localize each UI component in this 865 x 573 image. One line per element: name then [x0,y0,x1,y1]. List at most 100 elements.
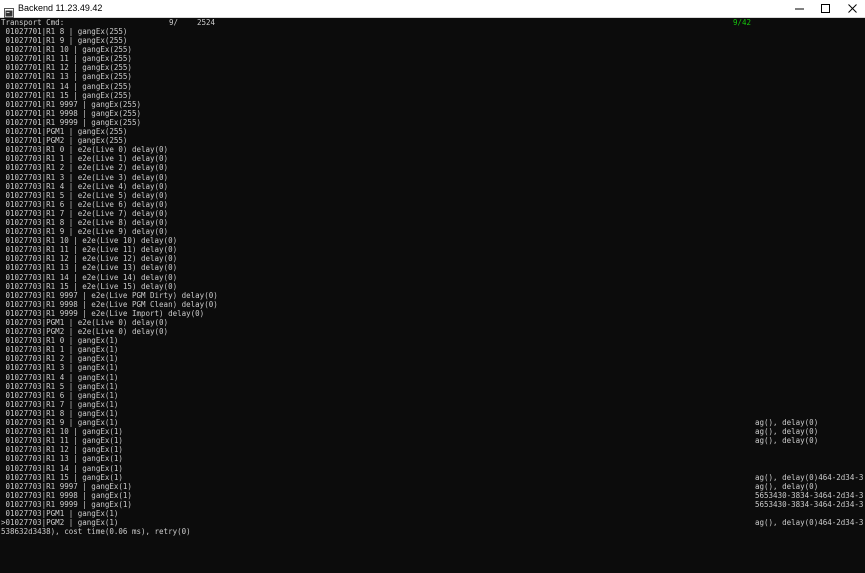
log-line-text: 01027701|R1 13 | gangEx(255) [1,72,132,82]
log-line: 01027701|R1 14 | gangEx(255) [1,82,861,91]
log-line: 01027703|R1 5 | e2e(Live 5) delay(0) [1,191,861,200]
log-line-text: 01027701|R1 9999 | gangEx(255) [1,117,141,127]
log-line-overflow-text: ag(), delay(0) [755,436,819,446]
log-line: 01027703|R1 0 | e2e(Live 0) delay(0) [1,145,861,154]
log-line: 01027703|R1 3 | e2e(Live 3) delay(0) [1,173,861,182]
console-output[interactable]: Transport Cmd: 9/ 2524 9/42 01027701|R1 … [0,18,865,573]
log-line-overflow-text: ag(), delay(0) [755,481,819,491]
transport-cmd-status: 9/42 [733,18,752,27]
log-line-overflow-text: ag(), delay(0)464-2d34-3 [755,472,864,482]
log-line: 01027701|R1 9 | gangEx(255) [1,36,861,45]
log-line: 01027703|R1 3 | gangEx(1) [1,363,861,372]
log-line: 01027703|R1 9998 | e2e(Live PGM Clean) d… [1,300,861,309]
log-line: 538632d3438), cost time(0.06 ms), retry(… [1,527,861,536]
log-line-text: 01027703|R1 9998 | e2e(Live PGM Clean) d… [1,299,218,309]
log-line: 01027701|PGM2 | gangEx(255) [1,136,861,145]
log-line-text: 01027703|R1 10 | gangEx(1) [1,427,123,437]
console-window: Backend 11.23.49.42 Transport Cmd: 9/ 25… [0,0,865,573]
log-line: 01027703|R1 11 | e2e(Live 11) delay(0) [1,245,861,254]
log-line-text: 01027701|R1 11 | gangEx(255) [1,54,132,64]
log-line: 01027703|R1 6 | e2e(Live 6) delay(0) [1,200,861,209]
log-line: 01027703|R1 11 | gangEx(1) ag(), delay(0) [1,436,861,445]
log-line-text: 01027703|R1 9 | e2e(Live 9) delay(0) [1,227,169,237]
log-line: 01027703|R1 10 | gangEx(1) ag(), delay(0) [1,427,861,436]
log-line: 01027703|R1 9 | gangEx(1) ag(), delay(0) [1,418,861,427]
close-button[interactable] [838,0,865,17]
log-line-text: 01027703|R1 6 | e2e(Live 6) delay(0) [1,199,169,209]
transport-cmd-count: 9/ [169,18,179,27]
log-line: 01027703|R1 0 | gangEx(1) [1,336,861,345]
log-line-text: 01027703|R1 13 | gangEx(1) [1,454,123,464]
log-line: 01027703|PGM1 | gangEx(1) [1,509,861,518]
log-line: 01027703|R1 8 | e2e(Live 8) delay(0) [1,218,861,227]
log-line-text: 01027703|R1 9999 | gangEx(1) [1,499,132,509]
log-line-text: 01027703|R1 6 | gangEx(1) [1,390,119,400]
log-line: 01027703|R1 9999 | gangEx(1) 5653430-3834… [1,499,864,509]
log-line: 01027703|R1 15 | e2e(Live 15) delay(0) [1,282,861,291]
log-line: 01027703|R1 15 | gangEx(1) ag(), delay(0)… [1,472,864,482]
log-line: 01027703|R1 9998 | gangEx(1) 5653430-3834… [1,490,864,500]
log-line-text: 01027703|R1 3 | e2e(Live 3) delay(0) [1,172,169,182]
log-line-text: 01027703|R1 13 | e2e(Live 13) delay(0) [1,263,178,273]
close-icon [848,4,857,13]
log-line-text: 01027703|R1 7 | gangEx(1) [1,399,119,409]
log-line-text: 01027703|R1 14 | gangEx(1) [1,463,123,473]
log-line: 01027703|R1 8 | gangEx(1) [1,409,861,418]
log-line: 01027703|R1 14 | e2e(Live 14) delay(0) [1,273,861,282]
log-line: 01027703|R1 4 | gangEx(1) [1,373,861,382]
log-line: 01027703|R1 7 | e2e(Live 7) delay(0) [1,209,861,218]
log-line-text: 01027703|R1 9997 | e2e(Live PGM Dirty) d… [1,290,218,300]
maximize-button[interactable] [811,0,841,17]
log-line: 01027701|R1 11 | gangEx(255) [1,54,861,63]
log-line-overflow-text: ag(), delay(0) [755,427,819,437]
log-line-text: 01027703|R1 5 | gangEx(1) [1,381,119,391]
log-line-text: 01027703|R1 11 | e2e(Live 11) delay(0) [1,245,178,255]
log-line: 01027703|R1 12 | gangEx(1) [1,445,861,454]
log-line-text: 01027703|R1 4 | gangEx(1) [1,372,119,382]
log-line-text: 01027703|R1 15 | gangEx(1) [1,472,123,482]
maximize-icon [821,4,830,13]
log-line: 01027703|R1 13 | e2e(Live 13) delay(0) [1,263,861,272]
log-line-text: 01027701|R1 12 | gangEx(255) [1,63,132,73]
log-line-text: 01027703|R1 12 | gangEx(1) [1,445,123,455]
log-line-text: >01027703|PGM2 | gangEx(1) [1,518,119,528]
log-line-text: 01027703|R1 5 | e2e(Live 5) delay(0) [1,190,169,200]
log-line-text: 01027703|R1 0 | e2e(Live 0) delay(0) [1,145,169,155]
title-bar[interactable]: Backend 11.23.49.42 [0,0,865,18]
log-line-text: 01027703|R1 8 | e2e(Live 8) delay(0) [1,217,169,227]
transport-cmd-label: Transport Cmd: [1,18,65,27]
log-line-text: 01027703|R1 9998 | gangEx(1) [1,490,132,500]
log-line: 01027701|R1 10 | gangEx(255) [1,45,861,54]
log-line: 01027703|R1 7 | gangEx(1) [1,400,861,409]
log-line-text: 01027703|R1 12 | e2e(Live 12) delay(0) [1,254,178,264]
log-line: 01027701|R1 8 | gangEx(255) [1,27,861,36]
log-line: 01027703|R1 2 | e2e(Live 2) delay(0) [1,163,861,172]
log-line: 01027703|R1 2 | gangEx(1) [1,354,861,363]
transport-cmd-total: 2524 [197,18,216,27]
log-line-text: 01027703|R1 7 | e2e(Live 7) delay(0) [1,208,169,218]
log-line: 01027703|R1 1 | gangEx(1) [1,345,861,354]
log-line: 01027703|R1 14 | gangEx(1) [1,464,861,473]
log-line: 01027703|R1 1 | e2e(Live 1) delay(0) [1,154,861,163]
log-line: 01027703|R1 9999 | e2e(Live Import) dela… [1,309,861,318]
minimize-icon [795,8,804,10]
log-line-text: 01027701|R1 9998 | gangEx(255) [1,108,141,118]
log-line-text: 01027701|PGM1 | gangEx(255) [1,127,128,137]
log-line-text: 01027703|R1 1 | e2e(Live 1) delay(0) [1,154,169,164]
log-line-text: 01027701|R1 9997 | gangEx(255) [1,99,141,109]
log-line-overflow-text: ag(), delay(0)464-2d34-3 [755,518,864,528]
log-line-text: 01027703|R1 9999 | e2e(Live Import) dela… [1,308,205,318]
log-line-text: 01027701|R1 15 | gangEx(255) [1,90,132,100]
log-line-text: 01027703|R1 14 | e2e(Live 14) delay(0) [1,272,178,282]
log-line-text: 01027703|R1 2 | gangEx(1) [1,354,119,364]
log-line-text: 01027703|PGM2 | e2e(Live 0) delay(0) [1,327,169,337]
log-line: 01027703|R1 12 | e2e(Live 12) delay(0) [1,254,861,263]
log-line: 01027701|R1 15 | gangEx(255) [1,91,861,100]
log-line: 01027703|R1 5 | gangEx(1) [1,382,861,391]
log-line: 01027703|R1 4 | e2e(Live 4) delay(0) [1,182,861,191]
log-line-text: 538632d3438), cost time(0.06 ms), retry(… [1,527,191,537]
log-line: 01027703|R1 6 | gangEx(1) [1,391,861,400]
log-line-text: 01027703|R1 4 | e2e(Live 4) delay(0) [1,181,169,191]
log-line-text: 01027701|R1 8 | gangEx(255) [1,27,128,36]
window-title: Backend 11.23.49.42 [18,3,103,13]
